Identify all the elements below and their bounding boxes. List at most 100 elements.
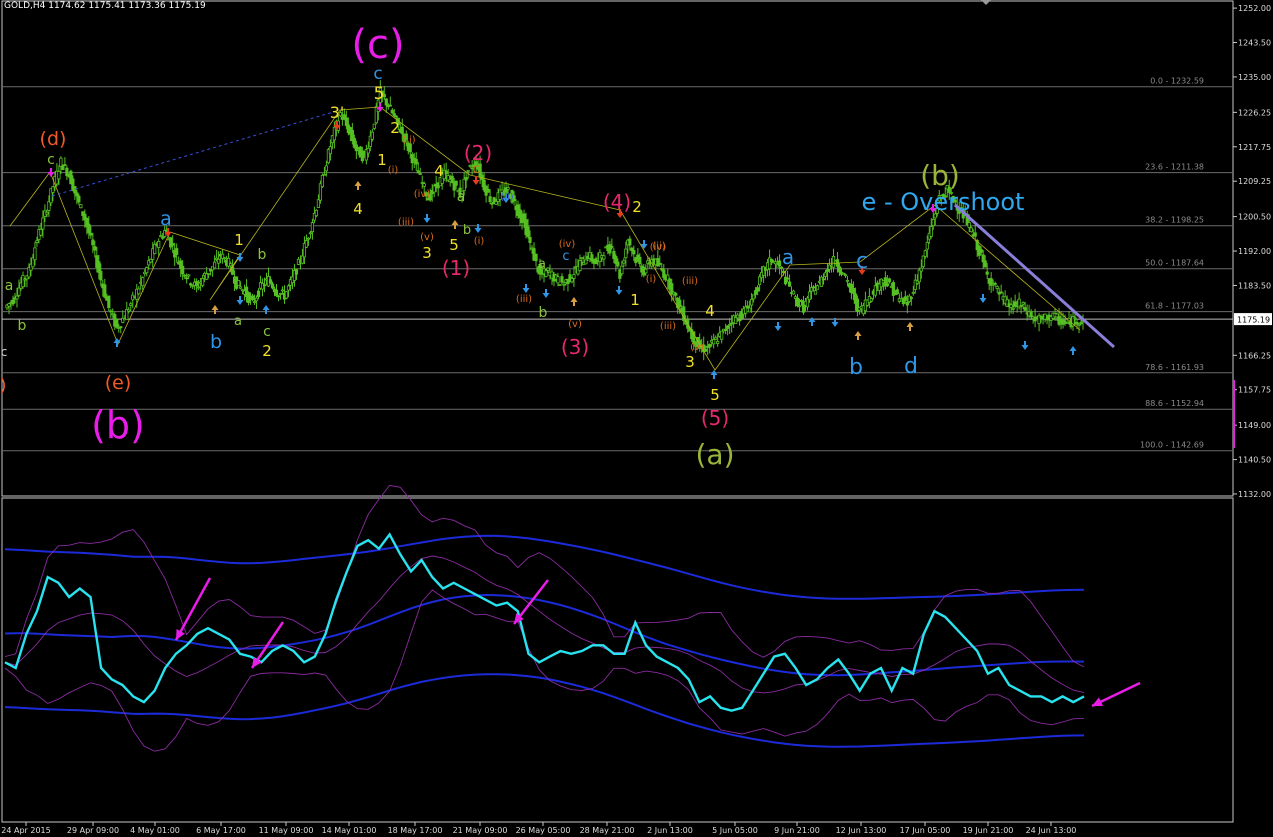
window-marker-icon xyxy=(981,0,991,5)
wave-label: (1) xyxy=(442,256,470,280)
candle-body xyxy=(777,260,782,267)
fib-level-label: 38.2 - 1198.25 xyxy=(1145,216,1204,225)
candle-body xyxy=(610,246,614,248)
candle-body xyxy=(923,250,927,257)
candle-body xyxy=(526,226,530,237)
candle-body xyxy=(662,269,666,278)
candle-body xyxy=(720,330,724,340)
candle-body xyxy=(602,255,606,260)
candle-body xyxy=(490,202,494,205)
arrow-up-icon xyxy=(854,331,862,340)
time-tick-label: 4 May 01:00 xyxy=(130,826,180,835)
candle-body xyxy=(837,266,842,273)
candle-body xyxy=(887,278,891,283)
wave-label: (iii) xyxy=(682,276,698,287)
candle-body xyxy=(75,192,79,197)
candle-body xyxy=(714,337,718,340)
candle-body xyxy=(213,261,217,269)
candle-body xyxy=(929,226,933,237)
candle-body xyxy=(238,286,243,289)
candle-body xyxy=(39,229,43,236)
candle-body xyxy=(270,283,275,289)
wave-label: (v) xyxy=(690,342,704,353)
time-tick-label: 2 Jun 13:00 xyxy=(647,826,693,835)
wave-label: 5 xyxy=(374,84,385,104)
candle-body xyxy=(813,290,818,295)
candle-body xyxy=(57,171,61,180)
time-tick-label: 24 Jun 13:00 xyxy=(1026,826,1077,835)
candle-body xyxy=(141,277,145,287)
price-tick-label: 1252.00 xyxy=(1238,4,1271,13)
current-price-label: 1175.19 xyxy=(1237,316,1270,325)
arrow-down-icon xyxy=(640,240,648,249)
candle-body xyxy=(869,298,873,302)
wave-label: 5 xyxy=(710,386,720,404)
candle-body xyxy=(414,159,418,165)
arrow-down-icon xyxy=(47,168,55,177)
candle-body xyxy=(320,174,325,188)
candle-body xyxy=(644,268,648,274)
candle-body xyxy=(322,173,327,176)
candle-body xyxy=(791,290,796,295)
candle-body xyxy=(546,267,550,271)
candle-body xyxy=(262,284,267,287)
wave-label: (3) xyxy=(561,335,589,359)
candle-body xyxy=(1079,322,1083,324)
candle-body xyxy=(995,285,999,289)
candle-body xyxy=(560,276,564,283)
candle-body xyxy=(217,258,221,264)
candle-body xyxy=(236,280,241,286)
wave-label: (i) xyxy=(474,236,485,247)
candle-body xyxy=(276,295,281,298)
candle-body xyxy=(773,261,778,265)
candle-body xyxy=(222,257,227,260)
candle-body xyxy=(728,324,732,326)
wave-label: (e) xyxy=(105,372,132,394)
candle-body xyxy=(909,297,913,300)
candle-body xyxy=(1009,304,1013,308)
candle-body xyxy=(21,275,25,288)
candle-body xyxy=(187,274,191,277)
candle-body xyxy=(175,248,179,255)
candle-body xyxy=(734,317,738,324)
candle-body xyxy=(811,286,816,289)
candle-body xyxy=(127,309,131,312)
candle-body xyxy=(304,240,309,248)
candle-body xyxy=(616,261,620,267)
price-tick-label: 1166.25 xyxy=(1238,351,1271,360)
candle-body xyxy=(919,267,923,272)
candle-body xyxy=(324,165,329,172)
time-tick-label: 19 Jun 21:00 xyxy=(963,826,1014,835)
candle-body xyxy=(1073,317,1077,320)
candle-body xyxy=(250,295,255,301)
candle-body xyxy=(366,147,370,154)
candle-body xyxy=(400,126,404,135)
candle-body xyxy=(624,248,628,259)
candle-body xyxy=(392,113,396,117)
candle-body xyxy=(769,258,774,262)
candle-body xyxy=(750,298,754,306)
candle-body xyxy=(256,290,261,297)
wave-label: 2 xyxy=(632,198,642,216)
band-upper xyxy=(4,534,1085,600)
price-chart[interactable]: 0.0 - 1232.59 23.6 - 1211.38 38.2 - 1198.2… xyxy=(0,0,1273,837)
candle-body xyxy=(1021,302,1025,305)
candle-body xyxy=(159,235,163,238)
wave-label: 2 xyxy=(262,342,272,360)
candle-body xyxy=(390,109,394,114)
candle-body xyxy=(268,279,273,284)
wave-label: 3' xyxy=(330,103,345,122)
wave-label: a xyxy=(234,314,242,329)
candle-body xyxy=(674,293,678,296)
fib-level-label: 88.6 - 1152.94 xyxy=(1145,399,1204,408)
candle-body xyxy=(418,173,422,175)
candle-body xyxy=(422,183,426,187)
wave-label: 4 xyxy=(434,162,444,180)
wave-label: c xyxy=(47,152,55,168)
wave-label: (v) xyxy=(568,319,582,330)
candle-body xyxy=(310,222,315,233)
arrow-up-icon xyxy=(211,305,219,314)
candle-body xyxy=(905,301,909,306)
candle-body xyxy=(556,276,560,284)
candle-body xyxy=(254,297,259,302)
